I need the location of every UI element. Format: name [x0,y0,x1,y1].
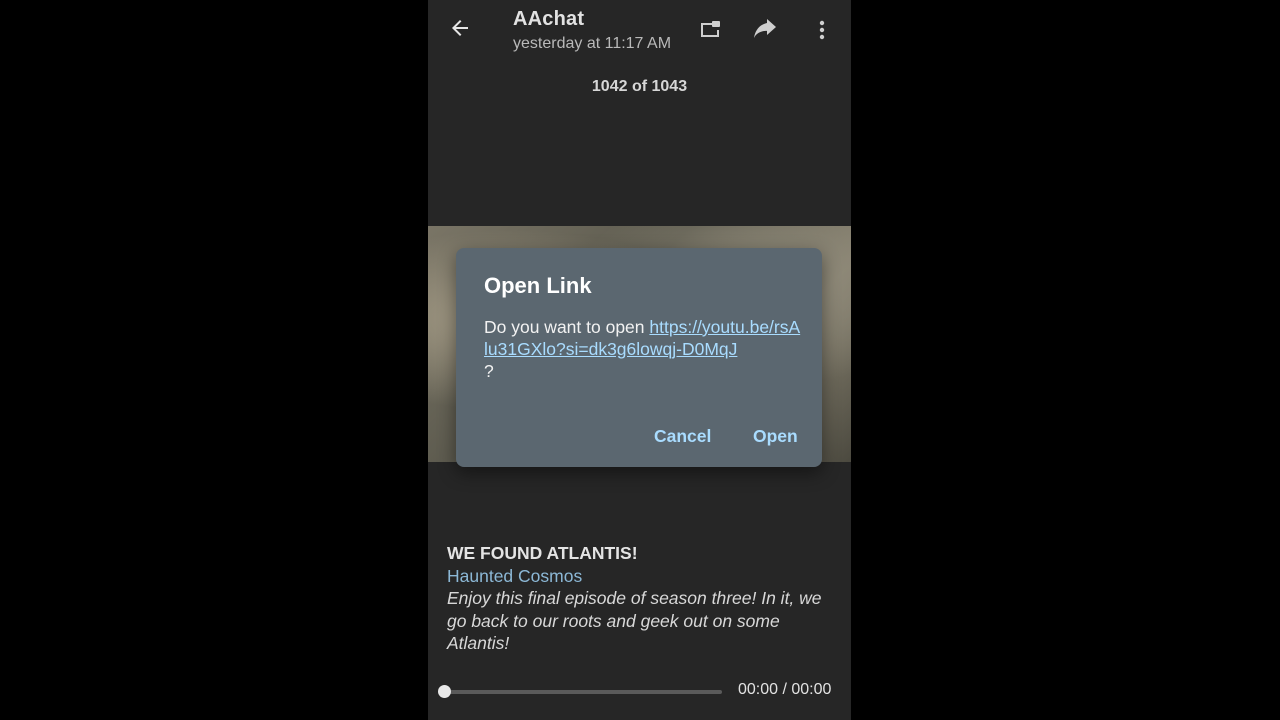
open-button[interactable]: Open [753,426,798,447]
dialog-message: Do you want to open https://youtu.be/rsA… [484,316,802,382]
dialog-title: Open Link [484,273,592,298]
dialog-message-prefix: Do you want to open [484,317,650,337]
caption-title: WE FOUND ATLANTIS! [447,543,638,563]
caption-description: Enjoy this final episode of season three… [447,588,822,653]
time-display: 00:00 / 00:00 [738,681,832,698]
seek-thumb[interactable] [438,685,451,698]
cancel-button[interactable]: Cancel [654,426,711,447]
media-viewer-screen: AAchat yesterday at 11:17 AM 1042 of 104… [428,0,851,720]
media-caption: WE FOUND ATLANTIS! Haunted Cosmos Enjoy … [447,542,837,655]
open-link-dialog: Open Link Do you want to open https://yo… [456,248,822,467]
seek-bar[interactable] [444,690,722,694]
caption-channel[interactable]: Haunted Cosmos [447,565,837,588]
video-player-controls: 00:00 / 00:00 [428,678,851,706]
dialog-message-suffix: ? [484,361,494,381]
